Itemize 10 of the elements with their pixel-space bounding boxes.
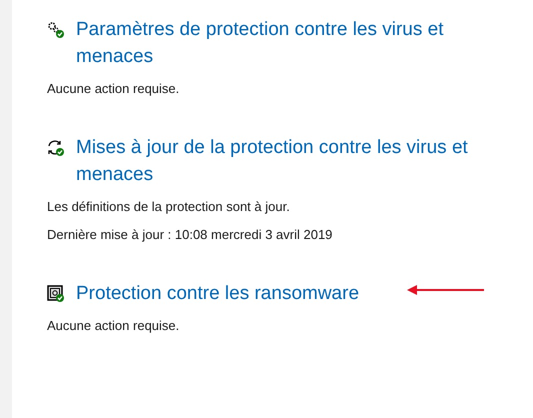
status-text: Aucune action requise. (47, 317, 180, 335)
section-link[interactable]: Mises à jour de la protection contre les virus et menaces (76, 134, 506, 188)
section-link[interactable]: Paramètres de protection contre les virus et menaces (76, 16, 506, 70)
status-text: Dernière mise à jour : 10:08 mercredi 3 avril 2019 (47, 226, 334, 244)
vault-icon (47, 285, 65, 303)
status-text: Aucune action requise. (47, 80, 180, 98)
status-text: Les définitions de la protection sont à jour. (47, 198, 291, 216)
sync-icon (47, 139, 65, 157)
gears-icon (47, 21, 65, 39)
section-link[interactable]: Protection contre les ransomware (76, 280, 506, 307)
